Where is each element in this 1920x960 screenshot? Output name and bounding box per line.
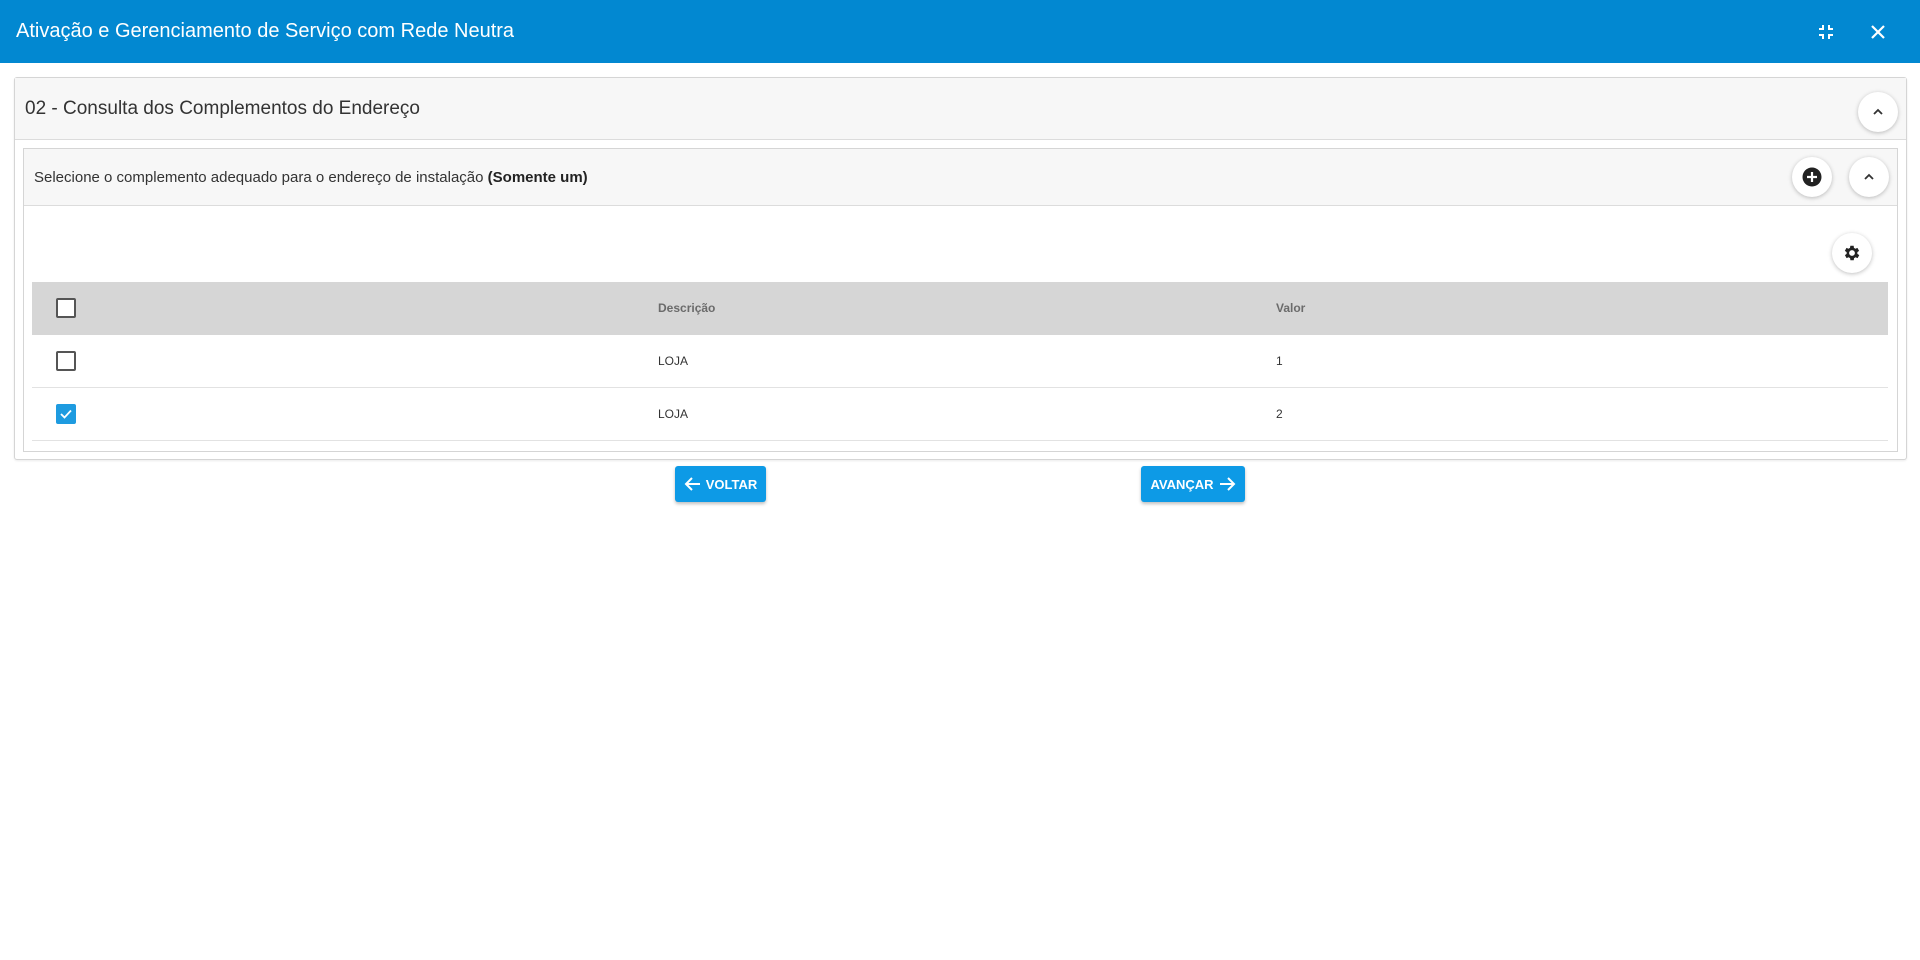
back-button[interactable]: VOLTAR — [675, 466, 766, 502]
fullscreen-exit-icon — [1819, 25, 1833, 39]
table-header: Descrição Valor — [32, 282, 1888, 335]
check-icon — [60, 409, 72, 419]
subpanel-title-emphasis: (Somente um) — [487, 169, 588, 186]
dialog-header: Ativação e Gerenciamento de Serviço com … — [0, 0, 1920, 63]
panel-title: 02 - Consulta dos Complementos do Endere… — [25, 98, 421, 119]
row-checkbox[interactable] — [56, 404, 76, 424]
back-button-label: VOLTAR — [705, 476, 758, 492]
next-button-label: AVANÇAR — [1150, 476, 1214, 492]
chevron-up-icon — [1864, 173, 1874, 180]
table-row[interactable]: LOJA 1 — [32, 335, 1888, 388]
complement-selection-panel: Selecione o complemento adequado para o … — [23, 148, 1898, 452]
panel-collapse-button[interactable] — [1858, 92, 1898, 132]
column-header-valor: Valor — [1276, 301, 1306, 315]
panel-header: 02 - Consulta dos Complementos do Endere… — [15, 78, 1906, 140]
cell-valor: 2 — [1276, 407, 1283, 421]
table-row[interactable]: LOJA 2 — [32, 388, 1888, 441]
subpanel-collapse-button[interactable] — [1849, 157, 1889, 197]
chevron-up-icon — [1873, 108, 1883, 115]
minimize-button[interactable] — [1808, 14, 1844, 50]
close-button[interactable] — [1860, 14, 1896, 50]
plus-circle-icon — [1802, 167, 1822, 187]
complements-table: Descrição Valor LOJA 1 LOJA 2 — [32, 282, 1888, 441]
subpanel-title-text: Selecione o complemento adequado para o … — [34, 169, 488, 186]
row-checkbox[interactable] — [56, 351, 76, 371]
subpanel-header: Selecione o complemento adequado para o … — [24, 149, 1897, 206]
add-complement-button[interactable] — [1792, 157, 1832, 197]
address-complement-panel: 02 - Consulta dos Complementos do Endere… — [14, 77, 1907, 460]
cell-descricao: LOJA — [658, 407, 689, 421]
cell-valor: 1 — [1276, 354, 1283, 368]
close-icon — [1871, 25, 1885, 39]
arrow-left-icon — [684, 477, 700, 491]
select-all-checkbox[interactable] — [56, 298, 76, 318]
table-settings-button[interactable] — [1832, 233, 1872, 273]
dialog-title: Ativação e Gerenciamento de Serviço com … — [16, 20, 515, 42]
gear-icon — [1844, 245, 1860, 261]
arrow-right-icon — [1219, 477, 1235, 491]
subpanel-title: Selecione o complemento adequado para o … — [34, 149, 588, 206]
column-header-descricao: Descrição — [658, 301, 716, 315]
cell-descricao: LOJA — [658, 354, 689, 368]
next-button[interactable]: AVANÇAR — [1141, 466, 1245, 502]
